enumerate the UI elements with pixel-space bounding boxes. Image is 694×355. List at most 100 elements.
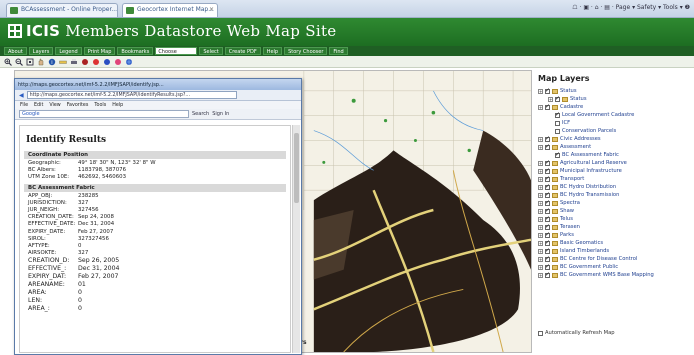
blue-globe-icon[interactable] [125, 58, 133, 66]
menu-legend[interactable]: Legend [55, 47, 82, 55]
layer-checkbox[interactable] [545, 103, 550, 111]
popup-titlebar[interactable]: http://maps.geocortex.net/imf-5.2.2/IMFJ… [15, 79, 301, 90]
measure-icon[interactable] [59, 58, 67, 66]
layer-checkbox[interactable] [555, 151, 560, 159]
auto-refresh-option[interactable]: Automatically Refresh Map [538, 330, 615, 336]
layer-checkbox[interactable] [545, 143, 550, 151]
clear-icon[interactable] [81, 58, 89, 66]
expand-icon[interactable]: + [538, 184, 543, 190]
popup-menu-file[interactable]: File [20, 103, 28, 108]
layer-checkbox[interactable] [545, 159, 550, 167]
expand-icon[interactable]: + [538, 136, 543, 142]
identify-icon[interactable]: i [48, 58, 56, 66]
layer-item[interactable]: + Parks [536, 231, 692, 239]
expand-icon[interactable]: + [538, 168, 543, 174]
layer-item[interactable]: + BC Centre for Disease Control [536, 255, 692, 263]
popup-scrollbar[interactable] [292, 125, 300, 353]
menu-print-map[interactable]: Print Map [83, 47, 116, 55]
popup-url-field[interactable]: http://maps.geocortex.net/imf-5.2.2/IMFJ… [26, 91, 237, 99]
auto-refresh-checkbox[interactable] [538, 330, 543, 336]
menu-find[interactable]: Find [329, 47, 348, 55]
pan-icon[interactable] [37, 58, 45, 66]
layer-item[interactable]: + Agricultural Land Reserve [536, 159, 692, 167]
popup-menu-help[interactable]: Help [112, 103, 123, 108]
expand-icon[interactable]: + [538, 88, 543, 94]
popup-scroll-thumb[interactable] [294, 133, 299, 203]
layer-checkbox[interactable] [555, 95, 560, 103]
expand-icon[interactable]: + [538, 200, 543, 206]
layer-checkbox[interactable] [545, 255, 550, 263]
expand-icon[interactable]: + [538, 224, 543, 230]
expand-icon[interactable]: + [538, 176, 543, 182]
layer-item[interactable]: + Transport [536, 175, 692, 183]
layer-checkbox[interactable] [555, 128, 560, 134]
layer-checkbox[interactable] [545, 207, 550, 215]
identify-popup-window[interactable]: http://maps.geocortex.net/imf-5.2.2/IMFJ… [14, 78, 302, 355]
close-tab-icon[interactable]: × [209, 6, 214, 13]
menu-create-pdf[interactable]: Create PDF [224, 47, 261, 55]
google-search-input[interactable]: Google [19, 110, 189, 118]
layer-checkbox[interactable] [545, 199, 550, 207]
layer-checkbox[interactable] [555, 111, 560, 119]
layer-checkbox[interactable] [545, 271, 550, 279]
layer-item[interactable]: Conservation Parcels [536, 127, 692, 135]
layer-checkbox[interactable] [545, 263, 550, 271]
expand-icon[interactable]: + [538, 240, 543, 246]
full-extent-icon[interactable] [26, 58, 34, 66]
layer-item[interactable]: + Island Timberlands [536, 247, 692, 255]
menu-select[interactable]: Select [199, 47, 223, 55]
expand-icon[interactable]: + [538, 232, 543, 238]
expand-icon[interactable]: + [538, 104, 543, 110]
print-icon[interactable] [70, 58, 78, 66]
expand-icon[interactable]: + [538, 248, 543, 254]
google-search-button[interactable]: Search [192, 111, 209, 117]
expand-icon[interactable]: + [538, 256, 543, 262]
layer-checkbox[interactable] [545, 175, 550, 183]
menu-layers[interactable]: Layers [28, 47, 54, 55]
back-icon[interactable]: ◀ [19, 92, 24, 99]
layer-item[interactable]: + Basic Geomatics [536, 239, 692, 247]
menu-about[interactable]: About [4, 47, 27, 55]
expand-icon[interactable]: + [538, 160, 543, 166]
layer-item[interactable]: + Municipal Infrastructure [536, 167, 692, 175]
red-tool-icon[interactable] [92, 58, 100, 66]
blue-tool-icon[interactable] [103, 58, 111, 66]
popup-menu-view[interactable]: View [49, 103, 60, 108]
expand-icon[interactable]: + [538, 208, 543, 214]
layer-item[interactable]: + BC Hydro Transmission [536, 191, 692, 199]
expand-icon[interactable]: + [538, 272, 543, 278]
zoom-in-icon[interactable] [4, 58, 12, 66]
layer-checkbox[interactable] [545, 239, 550, 247]
menu-bookmarks[interactable]: Bookmarks [117, 47, 154, 55]
menu-story-chooser[interactable]: Story Chooser [284, 47, 328, 55]
layer-item[interactable]: BC Assessment Fabric [536, 151, 692, 159]
popup-menu-edit[interactable]: Edit [34, 103, 43, 108]
layer-checkbox[interactable] [545, 247, 550, 255]
layer-item[interactable]: + Spectra [536, 199, 692, 207]
layer-item[interactable]: + Telus [536, 215, 692, 223]
sign-in-button[interactable]: Sign In [212, 111, 229, 117]
layer-item[interactable]: + BC Hydro Distribution [536, 183, 692, 191]
popup-menu-tools[interactable]: Tools [94, 103, 106, 108]
layer-checkbox[interactable] [545, 215, 550, 223]
browser-tab-bcassessment[interactable]: BCAssessment - Online Proper... [6, 3, 118, 17]
layer-checkbox[interactable] [555, 120, 560, 126]
browser-tab-geocortex[interactable]: Geocortex Internet Map... × [122, 3, 218, 17]
layer-item[interactable]: + Shaw [536, 207, 692, 215]
layer-item[interactable]: + BC Government Public [536, 263, 692, 271]
browser-command-bar[interactable]: ☖ · ▣ · ⌂ · ▤ · Page ▾ Safety ▾ Tools ▾ … [572, 4, 690, 11]
layer-item[interactable]: Local Government Cadastre [536, 111, 692, 119]
layer-checkbox[interactable] [545, 135, 550, 143]
menu-help[interactable]: Help [262, 47, 283, 55]
expand-icon[interactable]: + [538, 192, 543, 198]
bookmark-select[interactable]: Choose [155, 47, 198, 55]
expand-icon[interactable]: + [538, 216, 543, 222]
layer-checkbox[interactable] [545, 167, 550, 175]
popup-menu-favorites[interactable]: Favorites [67, 103, 89, 108]
pink-tool-icon[interactable] [114, 58, 122, 66]
zoom-out-icon[interactable] [15, 58, 23, 66]
layer-checkbox[interactable] [545, 231, 550, 239]
expand-icon[interactable]: + [538, 264, 543, 270]
layer-checkbox[interactable] [545, 183, 550, 191]
layer-item[interactable]: + BC Government WMS Base Mapping [536, 271, 692, 279]
